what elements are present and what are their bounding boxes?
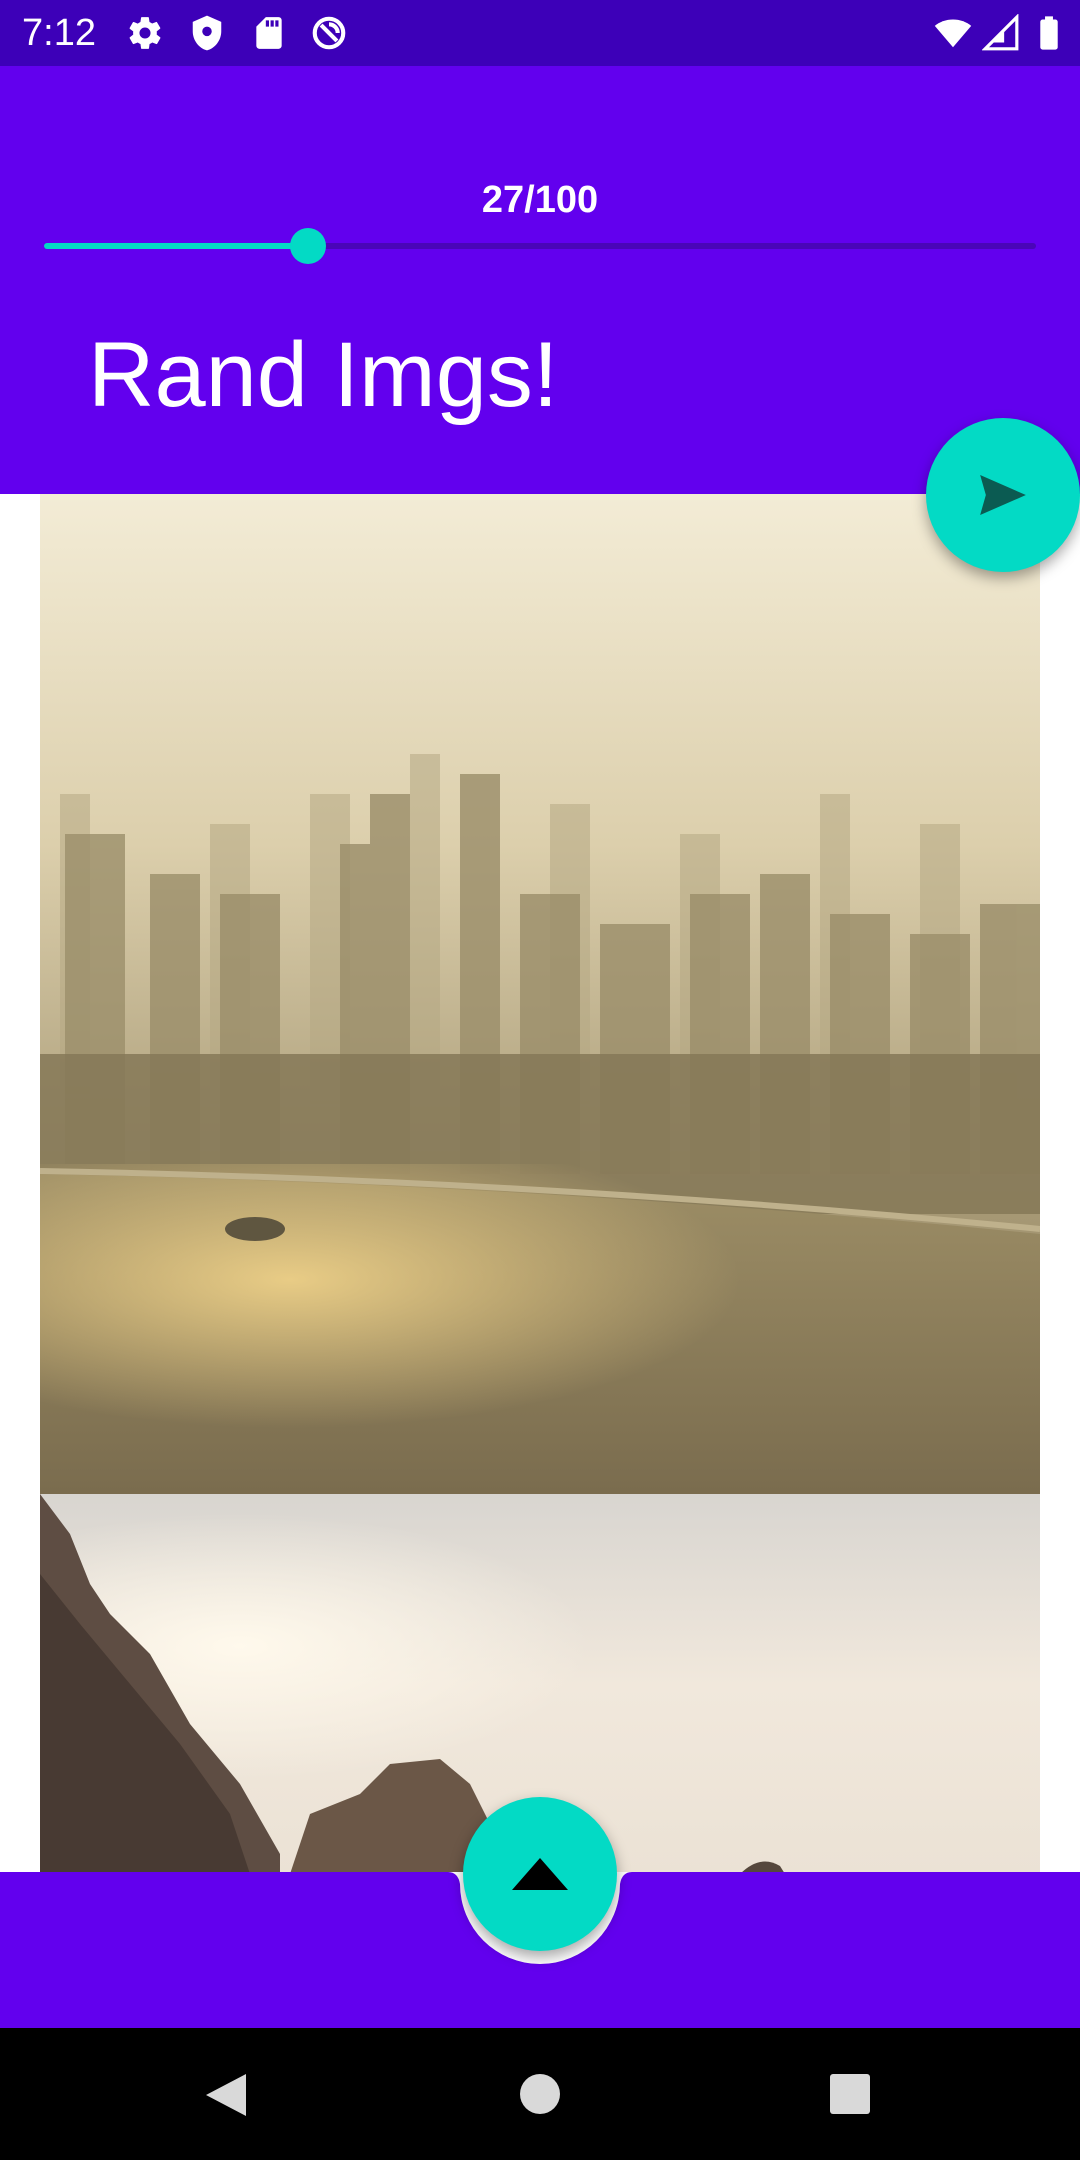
seekbar[interactable] bbox=[44, 228, 1036, 264]
back-icon[interactable] bbox=[204, 2072, 248, 2118]
image-card-city[interactable] bbox=[40, 494, 1040, 1494]
triangle-up-icon bbox=[512, 1858, 568, 1890]
seekbar-value-label: 27/100 bbox=[481, 179, 599, 221]
status-bar: 7:12 bbox=[0, 0, 1080, 66]
wifi-icon bbox=[934, 19, 972, 48]
cell-signal-icon bbox=[982, 14, 1019, 51]
seekbar-thumb[interactable] bbox=[290, 228, 326, 264]
system-nav-bar bbox=[0, 2028, 1080, 2160]
scroll-up-fab[interactable] bbox=[463, 1797, 617, 1951]
seekbar-progress bbox=[44, 243, 308, 249]
shield-icon bbox=[192, 15, 222, 51]
sync-icon bbox=[312, 16, 346, 50]
app-header: 27/100 Rand Imgs! bbox=[0, 66, 1080, 494]
sd-card-icon bbox=[256, 17, 282, 49]
send-icon bbox=[980, 475, 1026, 515]
home-icon[interactable] bbox=[518, 2072, 562, 2116]
city-skyline-image bbox=[40, 494, 1040, 1494]
send-fab[interactable] bbox=[926, 418, 1080, 572]
app-title: Rand Imgs! bbox=[88, 324, 559, 426]
gear-icon bbox=[129, 17, 161, 49]
battery-icon bbox=[1040, 16, 1058, 50]
status-time: 7:12 bbox=[22, 12, 96, 54]
recents-icon[interactable] bbox=[828, 2072, 872, 2116]
